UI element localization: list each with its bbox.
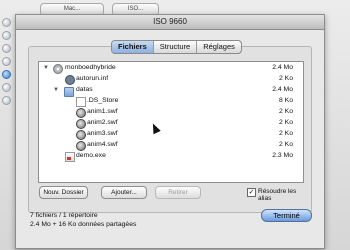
swf-icon [76,119,86,129]
file-name: anim1.swf [87,108,118,115]
cd-icon [53,64,63,74]
dialog-title: ISO 9660 [16,15,324,30]
exe-icon [65,152,75,162]
file-size: 2 Ko [279,108,293,115]
file-name: anim4.swf [87,141,118,148]
side-dot[interactable] [2,83,11,92]
add-button[interactable]: Ajouter... [101,186,147,199]
summary-size: 2.4 Mo + 16 Ko données partagées [30,221,137,228]
new-folder-button[interactable]: Nouv. Dossier [39,186,88,199]
side-dot[interactable] [2,18,11,27]
side-dot-active[interactable] [2,70,11,79]
file-size: 2.4 Mo [272,64,293,71]
file-name: monboedhybride [65,64,116,71]
file-size: 2.4 Mo [272,86,293,93]
file-size: 2.3 Mo [272,152,293,159]
list-item[interactable]: anim1.swf 2 Ko [39,107,301,118]
list-item[interactable]: anim2.swf 2 Ko [39,118,301,129]
list-item[interactable]: demo.exe 2.3 Mo [39,151,301,162]
file-name: anim3.swf [87,130,118,137]
list-item[interactable]: anim3.swf 2 Ko [39,129,301,140]
tab-fichiers[interactable]: Fichiers [112,41,154,53]
file-size: 2 Ko [279,141,293,148]
list-item[interactable]: ▼ monboedhybride 2.4 Mo [39,63,301,74]
remove-button: Retirer [155,186,201,199]
side-indicators [2,18,11,109]
file-name: anim2.swf [87,119,118,126]
file-name: .DS_Store [87,97,119,104]
iso-dialog: ISO 9660 Fichiers Structure Réglages ▼ m… [15,14,325,249]
file-icon [76,97,86,107]
disclosure-open-icon[interactable]: ▼ [53,85,59,95]
file-size: 2 Ko [279,75,293,82]
side-dot[interactable] [2,31,11,40]
side-dot[interactable] [2,44,11,53]
file-size: 2 Ko [279,130,293,137]
file-size: 8 Ko [279,97,293,104]
file-name: autorun.inf [76,75,109,82]
summary-files: 7 fichiers / 1 répertoire [30,212,98,219]
swf-icon [76,130,86,140]
swf-icon [76,108,86,118]
list-item[interactable]: autorun.inf 2 Ko [39,74,301,85]
file-size: 2 Ko [279,119,293,126]
side-dot[interactable] [2,57,11,66]
gear-file-icon [65,75,75,85]
done-button[interactable]: Terminé [261,209,312,222]
resolve-aliases-label: Résoudre les alias [258,188,297,202]
tab-structure[interactable]: Structure [154,41,198,53]
list-item[interactable]: anim4.swf 2 Ko [39,140,301,151]
file-list[interactable]: ▼ monboedhybride 2.4 Mo autorun.inf 2 Ko… [38,61,304,183]
resolve-aliases-checkbox[interactable]: ✓ [247,188,256,197]
files-panel: ▼ monboedhybride 2.4 Mo autorun.inf 2 Ko… [28,46,312,213]
file-name: datas [76,86,93,93]
disclosure-open-icon[interactable]: ▼ [43,63,49,73]
list-item[interactable]: .DS_Store 8 Ko [39,96,301,107]
side-dot[interactable] [2,96,11,105]
swf-icon [76,141,86,151]
list-item[interactable]: ▼ datas 2.4 Mo [39,85,301,97]
tab-reglages[interactable]: Réglages [197,41,241,53]
file-name: demo.exe [76,152,106,159]
tab-bar: Fichiers Structure Réglages [111,40,242,54]
